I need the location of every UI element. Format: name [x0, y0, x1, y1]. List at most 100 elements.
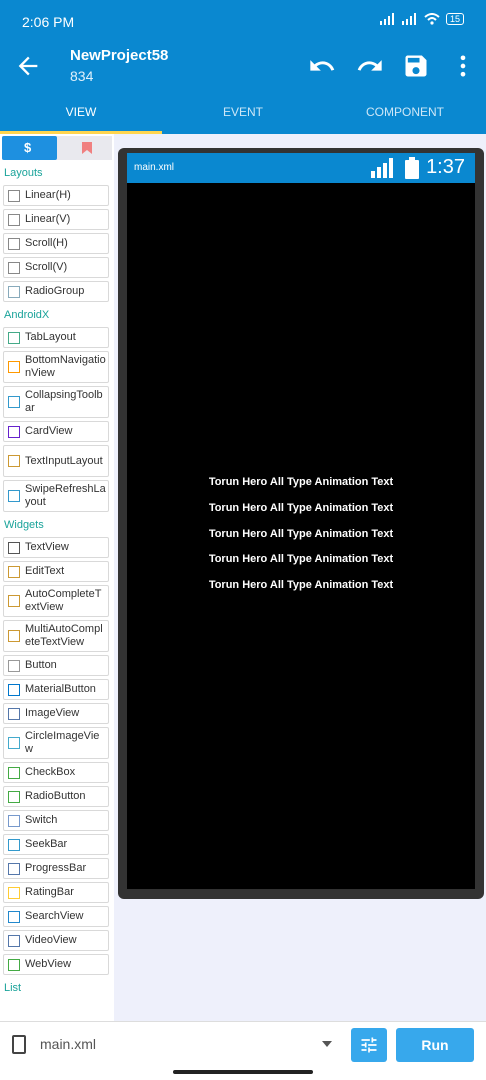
- save-icon[interactable]: [402, 52, 430, 80]
- animation-textview[interactable]: Torun Hero All Type Animation Text: [127, 528, 475, 540]
- image-icon: [8, 707, 20, 720]
- palette-list: Layouts Linear(H) Linear(V) Scroll(H) Scroll…: [0, 160, 114, 997]
- palette-item-seekbar[interactable]: SeekBar: [3, 834, 109, 855]
- palette-item-autocompletetextview[interactable]: AutoCompleteTextView: [3, 585, 109, 617]
- animation-textview[interactable]: Torun Hero All Type Animation Text: [127, 553, 475, 565]
- cardview-icon: [8, 425, 20, 438]
- file-selector[interactable]: main.xml: [40, 1036, 96, 1052]
- back-arrow-icon[interactable]: [14, 52, 42, 80]
- linear-v-icon: [8, 213, 20, 226]
- more-options-icon[interactable]: [449, 52, 477, 80]
- palette-item-label: Scroll(V): [25, 261, 68, 273]
- palette-item-textinputlayout[interactable]: TextInputLayout: [3, 445, 109, 477]
- home-indicator[interactable]: [173, 1070, 313, 1074]
- palette-item-label: SeekBar: [25, 838, 68, 850]
- palette-item-checkbox[interactable]: CheckBox: [3, 762, 109, 783]
- seekbar-icon: [8, 838, 20, 851]
- undo-icon[interactable]: [308, 52, 336, 80]
- palette-section-title: AndroidX: [4, 309, 50, 321]
- palette-item-label: BottomNavigationView: [25, 354, 106, 379]
- animation-textview[interactable]: Torun Hero All Type Animation Text: [127, 476, 475, 488]
- palette-item-label: MultiAutoCompleteTextView: [25, 623, 103, 648]
- palette-item-switch[interactable]: Switch: [3, 810, 109, 831]
- palette-item-label: AutoCompleteTextView: [25, 588, 102, 613]
- linear-h-icon: [8, 189, 20, 202]
- signal-icon: [401, 13, 416, 25]
- signal-icon: [371, 158, 393, 178]
- palette-item-linear-v-[interactable]: Linear(V): [3, 209, 109, 230]
- animation-textview[interactable]: Torun Hero All Type Animation Text: [127, 502, 475, 514]
- status-bar: 2:06 PM 15: [0, 0, 486, 44]
- palette-item-bottomnavigationview[interactable]: BottomNavigationView: [3, 351, 109, 383]
- radiobutton-icon: [8, 790, 20, 803]
- preview-status-bar: main.xml 1:37: [127, 153, 475, 183]
- device-screen[interactable]: [127, 153, 475, 889]
- palette-tab-bookmarks[interactable]: [59, 136, 114, 160]
- web-icon: [8, 958, 20, 971]
- palette-item-imageview[interactable]: ImageView: [3, 703, 109, 724]
- dropdown-arrow-icon[interactable]: [322, 1041, 332, 1047]
- battery-icon: [405, 157, 419, 179]
- palette-tab-widgets[interactable]: $: [2, 136, 57, 160]
- redo-icon[interactable]: [356, 52, 384, 80]
- scroll-v-icon: [8, 261, 20, 274]
- palette-item-button[interactable]: Button: [3, 655, 109, 676]
- palette-item-edittext[interactable]: EditText: [3, 561, 109, 582]
- tablayout-icon: [8, 331, 20, 344]
- button-icon: [8, 659, 20, 672]
- settings-button[interactable]: [351, 1028, 387, 1062]
- palette-item-circleimageview[interactable]: CircleImageView: [3, 727, 109, 759]
- palette-item-linear-h-[interactable]: Linear(H): [3, 185, 109, 206]
- palette-item-label: EditText: [25, 565, 65, 577]
- palette-item-label: CollapsingToolbar: [25, 389, 103, 414]
- palette-item-searchview[interactable]: SearchView: [3, 906, 109, 927]
- wifi-icon: [424, 13, 440, 25]
- tab-component[interactable]: COMPONENT: [324, 92, 486, 134]
- home-icon: [8, 361, 20, 373]
- palette-item-scroll-h-[interactable]: Scroll(H): [3, 233, 109, 254]
- palette-item-scroll-v-[interactable]: Scroll(V): [3, 257, 109, 278]
- palette-item-label: Linear(V): [25, 213, 71, 225]
- palette-item-label: RatingBar: [25, 886, 74, 898]
- palette-item-label: CardView: [25, 425, 73, 437]
- palette-item-swiperefreshlayout[interactable]: SwipeRefreshLayout: [3, 480, 109, 512]
- phone-icon: [12, 1035, 26, 1054]
- palette-section-title: List: [4, 982, 22, 994]
- palette-item-label: VideoView: [25, 934, 77, 946]
- palette-item-textview[interactable]: TextView: [3, 537, 109, 558]
- system-nav-bar: [0, 1067, 486, 1080]
- palette-item-label: CircleImageView: [25, 730, 100, 755]
- palette-item-materialbutton[interactable]: MaterialButton: [3, 679, 109, 700]
- run-button[interactable]: Run: [396, 1028, 474, 1062]
- palette-item-radiobutton[interactable]: RadioButton: [3, 786, 109, 807]
- palette-item-collapsingtoolbar[interactable]: CollapsingToolbar: [3, 386, 109, 418]
- edittext-icon: [8, 565, 20, 578]
- search-icon: [8, 910, 20, 923]
- dollar-icon: $: [24, 140, 32, 155]
- palette-section-title: Layouts: [4, 167, 43, 179]
- palette-item-videoview[interactable]: VideoView: [3, 930, 109, 951]
- tab-view[interactable]: VIEW: [0, 92, 162, 134]
- textinput-icon: [8, 455, 20, 467]
- bottom-bar: main.xml Run: [0, 1021, 486, 1068]
- bookmark-icon: [82, 142, 92, 154]
- palette-item-cardview[interactable]: CardView: [3, 421, 109, 442]
- palette-item-progressbar[interactable]: ProgressBar: [3, 858, 109, 879]
- tab-event[interactable]: EVENT: [162, 92, 324, 134]
- scroll-h-icon: [8, 237, 20, 250]
- video-icon: [8, 934, 20, 947]
- palette-item-radiogroup[interactable]: RadioGroup: [3, 281, 109, 302]
- palette-item-ratingbar[interactable]: RatingBar: [3, 882, 109, 903]
- animation-textview[interactable]: Torun Hero All Type Animation Text: [127, 579, 475, 591]
- app-bar: NewProject58 834: [0, 44, 486, 92]
- palette-item-tablayout[interactable]: TabLayout: [3, 327, 109, 348]
- palette-item-webview[interactable]: WebView: [3, 954, 109, 975]
- palette-tabs: $: [2, 136, 112, 160]
- circleimage-icon: [8, 737, 20, 749]
- switch-icon: [8, 814, 20, 827]
- preview-file-name: main.xml: [134, 162, 175, 173]
- palette-item-multiautocompletetextview[interactable]: MultiAutoCompleteTextView: [3, 620, 109, 652]
- widget-palette: $ Layouts Linear(H) Linear(V) Scroll(H) Scro…: [0, 134, 115, 1021]
- editor-tabs: VIEW EVENT COMPONENT: [0, 92, 486, 134]
- palette-item-label: Button: [25, 659, 57, 671]
